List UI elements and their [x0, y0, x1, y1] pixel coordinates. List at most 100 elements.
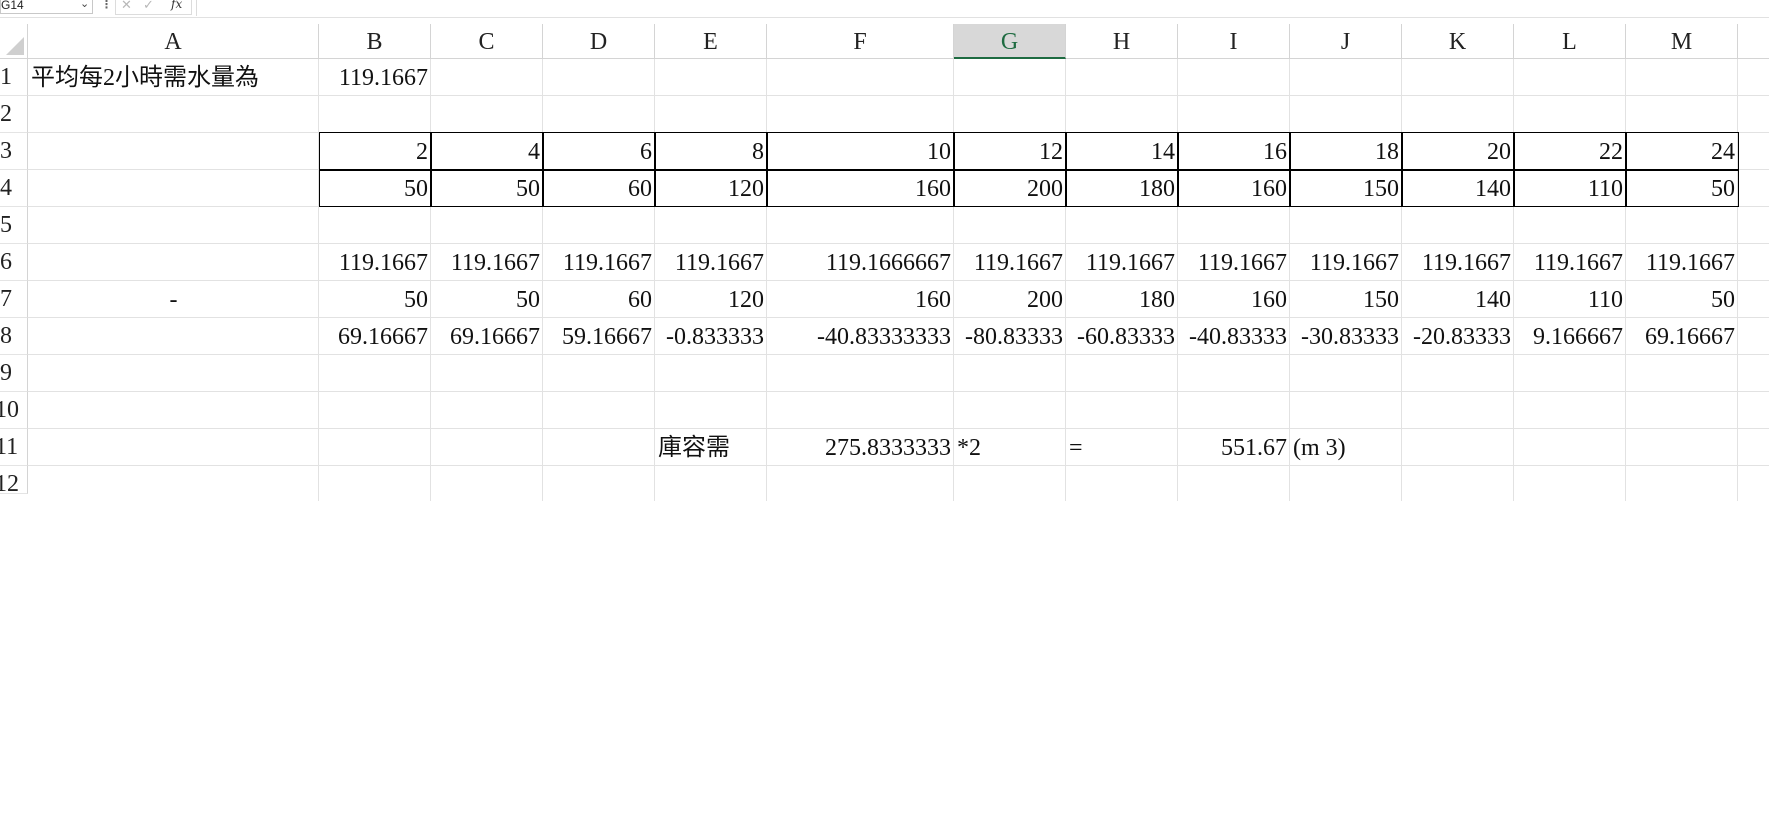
cell-e7[interactable]: 120: [655, 281, 767, 318]
cell-l6[interactable]: 119.1667: [1514, 244, 1626, 281]
cell-i8[interactable]: -40.83333: [1178, 318, 1290, 355]
column-header-d[interactable]: D: [543, 24, 655, 59]
cell-b4[interactable]: 50: [319, 170, 431, 207]
cell-k4[interactable]: 140: [1402, 170, 1514, 207]
cell-j6[interactable]: 119.1667: [1290, 244, 1402, 281]
row-header-9[interactable]: 9: [0, 355, 28, 392]
cell-d4[interactable]: 60: [543, 170, 655, 207]
row-header-7[interactable]: 7: [0, 281, 28, 318]
cell-b1[interactable]: 119.1667: [319, 59, 431, 96]
column-header-m[interactable]: M: [1626, 24, 1738, 59]
row-header-5[interactable]: 5: [0, 207, 28, 244]
cell-e8[interactable]: -0.833333: [655, 318, 767, 355]
cell-e11[interactable]: 庫容需: [655, 429, 767, 466]
cell-d8[interactable]: 59.16667: [543, 318, 655, 355]
cell-j7[interactable]: 150: [1290, 281, 1402, 318]
cell-g6[interactable]: 119.1667: [954, 244, 1066, 281]
cell-c3[interactable]: 4: [431, 133, 543, 170]
cell-f6[interactable]: 119.1666667: [767, 244, 954, 281]
cell-d6[interactable]: 119.1667: [543, 244, 655, 281]
cell-m7[interactable]: 50: [1626, 281, 1738, 318]
column-header-i[interactable]: I: [1178, 24, 1290, 59]
cell-i3[interactable]: 16: [1178, 133, 1290, 170]
row-header-1[interactable]: 1: [0, 59, 28, 96]
cell-h4[interactable]: 180: [1066, 170, 1178, 207]
cell-a7[interactable]: -: [28, 281, 319, 318]
cell-k3[interactable]: 20: [1402, 133, 1514, 170]
cell-c7[interactable]: 50: [431, 281, 543, 318]
row-header-10[interactable]: 10: [0, 392, 28, 429]
cell-c4[interactable]: 50: [431, 170, 543, 207]
cell-b6[interactable]: 119.1667: [319, 244, 431, 281]
column-header-j[interactable]: J: [1290, 24, 1402, 59]
column-header-b[interactable]: B: [319, 24, 431, 59]
column-header-a[interactable]: A: [28, 24, 319, 59]
column-header-k[interactable]: K: [1402, 24, 1514, 59]
cell-b7[interactable]: 50: [319, 281, 431, 318]
column-header-l[interactable]: L: [1514, 24, 1626, 59]
cell-b3[interactable]: 2: [319, 133, 431, 170]
cell-g3[interactable]: 12: [954, 133, 1066, 170]
cell-h3[interactable]: 14: [1066, 133, 1178, 170]
cell-h11[interactable]: =: [1066, 429, 1178, 466]
column-header-g[interactable]: G: [954, 24, 1066, 59]
insert-function-icon[interactable]: fx: [171, 0, 182, 11]
column-header-e[interactable]: E: [655, 24, 767, 59]
formula-input[interactable]: [196, 0, 1769, 16]
cell-a1[interactable]: 平均每2小時需水量為: [28, 59, 319, 96]
more-options-icon[interactable]: ⋮: [101, 0, 112, 11]
cell-k7[interactable]: 140: [1402, 281, 1514, 318]
row-header-2[interactable]: 2: [0, 96, 28, 133]
row-header-12[interactable]: 12: [0, 466, 28, 494]
cell-g8[interactable]: -80.83333: [954, 318, 1066, 355]
cell-l3[interactable]: 22: [1514, 133, 1626, 170]
cell-m6[interactable]: 119.1667: [1626, 244, 1738, 281]
cell-f11[interactable]: 275.8333333: [767, 429, 954, 466]
cell-f7[interactable]: 160: [767, 281, 954, 318]
cell-e4[interactable]: 120: [655, 170, 767, 207]
cell-g7[interactable]: 200: [954, 281, 1066, 318]
chevron-down-icon[interactable]: ⌄: [80, 0, 89, 10]
enter-icon[interactable]: ✓: [143, 0, 154, 13]
cancel-icon[interactable]: ✕: [121, 0, 132, 13]
cell-i11[interactable]: 551.67: [1178, 429, 1290, 466]
cell-l4[interactable]: 110: [1514, 170, 1626, 207]
cell-i7[interactable]: 160: [1178, 281, 1290, 318]
cell-m3[interactable]: 24: [1626, 133, 1738, 170]
cell-f8[interactable]: -40.83333333: [767, 318, 954, 355]
cell-b8[interactable]: 69.16667: [319, 318, 431, 355]
row-header-8[interactable]: 8: [0, 318, 28, 355]
row-header-11[interactable]: 11: [0, 429, 28, 466]
cell-d3[interactable]: 6: [543, 133, 655, 170]
column-header-h[interactable]: H: [1066, 24, 1178, 59]
cell-e3[interactable]: 8: [655, 133, 767, 170]
column-header-c[interactable]: C: [431, 24, 543, 59]
cell-d7[interactable]: 60: [543, 281, 655, 318]
cell-k8[interactable]: -20.83333: [1402, 318, 1514, 355]
cell-l7[interactable]: 110: [1514, 281, 1626, 318]
cell-h6[interactable]: 119.1667: [1066, 244, 1178, 281]
cell-h8[interactable]: -60.83333: [1066, 318, 1178, 355]
row-header-3[interactable]: 3: [0, 133, 28, 170]
cell-i4[interactable]: 160: [1178, 170, 1290, 207]
cell-c6[interactable]: 119.1667: [431, 244, 543, 281]
cell-f4[interactable]: 160: [767, 170, 954, 207]
column-header-f[interactable]: F: [767, 24, 954, 59]
cell-g11[interactable]: *2: [954, 429, 1066, 466]
select-all-button[interactable]: [0, 24, 28, 59]
cell-j3[interactable]: 18: [1290, 133, 1402, 170]
cell-f3[interactable]: 10: [767, 133, 954, 170]
cell-c8[interactable]: 69.16667: [431, 318, 543, 355]
name-box[interactable]: G14 ⌄: [0, 0, 93, 14]
cell-j11[interactable]: (m 3): [1290, 429, 1402, 466]
cell-m4[interactable]: 50: [1626, 170, 1738, 207]
cell-m8[interactable]: 69.16667: [1626, 318, 1738, 355]
cell-l8[interactable]: 9.166667: [1514, 318, 1626, 355]
cell-i6[interactable]: 119.1667: [1178, 244, 1290, 281]
cell-e6[interactable]: 119.1667: [655, 244, 767, 281]
cell-g4[interactable]: 200: [954, 170, 1066, 207]
row-header-6[interactable]: 6: [0, 244, 28, 281]
row-header-4[interactable]: 4: [0, 170, 28, 207]
cell-j4[interactable]: 150: [1290, 170, 1402, 207]
cell-h7[interactable]: 180: [1066, 281, 1178, 318]
